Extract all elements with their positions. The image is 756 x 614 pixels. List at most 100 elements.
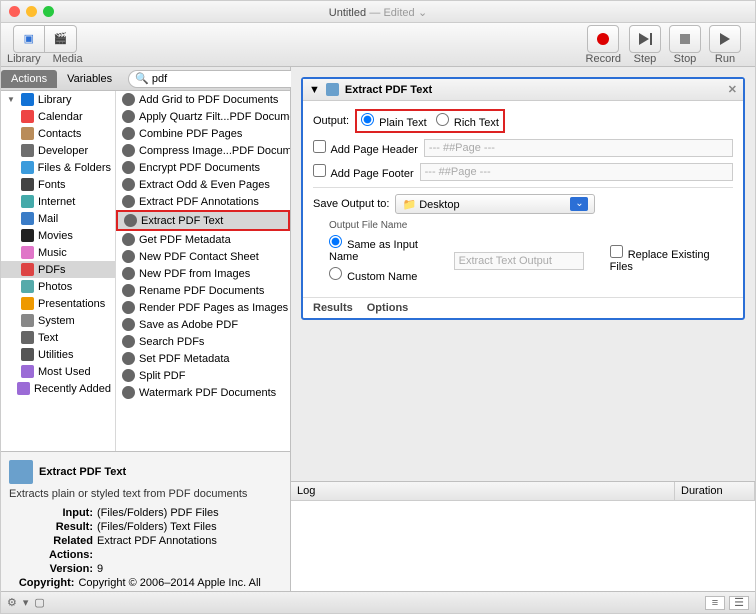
action-item-icon [122,369,135,382]
action-item[interactable]: Extract PDF Annotations [116,193,290,210]
action-item-label: Add Grid to PDF Documents [139,94,278,106]
action-item[interactable]: Encrypt PDF Documents [116,159,290,176]
library-btn[interactable]: ▣ [13,25,45,53]
rich-text-radio[interactable]: Rich Text [436,117,499,129]
desc-row: Related Actions:Extract PDF Annotations [9,534,282,562]
tab-variables[interactable]: Variables [57,70,122,88]
action-item[interactable]: Extract PDF Text [116,210,290,231]
desc-value: (Files/Folders) PDF Files [97,506,219,520]
run-btn[interactable] [709,25,741,53]
library-item[interactable]: Contacts [1,125,115,142]
library-item[interactable]: Internet [1,193,115,210]
action-item[interactable]: Search PDFs [116,333,290,350]
action-list[interactable]: Add Grid to PDF Documents Apply Quartz Fi… [116,91,290,451]
output-highlight: Plain Text Rich Text [355,109,505,133]
tab-actions[interactable]: Actions [1,70,57,88]
save-output-select[interactable]: 📁 Desktop [395,194,595,214]
view-flow-icon[interactable]: ☰ [729,596,749,610]
library-item[interactable]: Calendar [1,108,115,125]
window-title: Untitled — Edited ⌄ [329,5,427,19]
minimize-window[interactable] [26,6,37,17]
search-input[interactable] [152,73,294,85]
custom-name-radio[interactable]: Custom Name [329,267,448,283]
library-item[interactable]: Recently Added [1,380,115,397]
library-item[interactable]: Fonts [1,176,115,193]
library-item[interactable]: Music [1,244,115,261]
action-item-label: Split PDF [139,370,185,382]
replace-existing-check[interactable]: Replace Existing Files [610,249,710,273]
library-item[interactable]: Developer [1,142,115,159]
action-item[interactable]: Split PDF [116,367,290,384]
duration-column-header[interactable]: Duration [675,482,755,500]
stop-btn[interactable] [669,25,701,53]
action-item[interactable]: Add Grid to PDF Documents [116,91,290,108]
plain-text-radio[interactable]: Plain Text [361,117,427,129]
action-item[interactable]: Render PDF Pages as Images [116,299,290,316]
library-list[interactable]: ▼LibraryCalendarContactsDeveloper Files &… [1,91,116,451]
disclosure-triangle-icon[interactable]: ▼ [7,95,15,104]
action-item-icon [122,386,135,399]
view-segmented[interactable]: ≡ ☰ [705,596,749,610]
library-item[interactable]: Utilities [1,346,115,363]
category-icon [17,382,30,395]
status-box-icon[interactable]: ▢ [34,596,44,609]
library-item[interactable]: System [1,312,115,329]
gear-icon[interactable]: ⚙ [7,596,17,609]
workflow-area[interactable]: ▼ Extract PDF Text ✕ Output: Plain Text … [291,67,755,481]
action-item[interactable]: Extract Odd & Even Pages [116,176,290,193]
action-item-label: Set PDF Metadata [139,353,230,365]
options-tab[interactable]: Options [367,302,409,314]
record-btn[interactable] [587,25,619,53]
results-tab[interactable]: Results [313,302,353,314]
action-item[interactable]: Apply Quartz Filt...PDF Documents [116,108,290,125]
library-item[interactable]: Files & Folders [1,159,115,176]
zoom-window[interactable] [43,6,54,17]
action-item[interactable]: New PDF from Images [116,265,290,282]
media-btn[interactable]: 🎬 [45,25,77,53]
log-column-header[interactable]: Log [291,482,675,500]
page-header-field[interactable]: --- ##Page --- [424,139,733,157]
action-item-icon [122,335,135,348]
action-item-label: Compress Image...PDF Documents [139,145,290,157]
library-item-label: Movies [38,230,73,242]
library-item[interactable]: Text [1,329,115,346]
library-item[interactable]: ▼Library [1,91,115,108]
action-item[interactable]: Set PDF Metadata [116,350,290,367]
action-item[interactable]: Combine PDF Pages [116,125,290,142]
action-item[interactable]: New PDF Contact Sheet [116,248,290,265]
action-item-label: Extract PDF Annotations [139,196,259,208]
close-window[interactable] [9,6,20,17]
library-item[interactable]: Presentations [1,295,115,312]
library-item-label: Photos [38,281,72,293]
gear-dropdown-icon[interactable]: ▾ [23,596,29,609]
action-item[interactable]: Get PDF Metadata [116,231,290,248]
remove-action-icon[interactable]: ✕ [728,83,737,96]
view-list-icon[interactable]: ≡ [705,596,725,610]
disclosure-icon[interactable]: ▼ [309,84,320,96]
add-page-header-check[interactable]: Add Page Header [313,140,418,156]
library-item-label: Files & Folders [38,162,111,174]
action-item[interactable]: Save as Adobe PDF [116,316,290,333]
library-item[interactable]: Mail [1,210,115,227]
library-item[interactable]: Most Used [1,363,115,380]
action-item[interactable]: Watermark PDF Documents [116,384,290,401]
library-item[interactable]: PDFs [1,261,115,278]
page-footer-field[interactable]: --- ##Page --- [420,163,733,181]
action-item[interactable]: Rename PDF Documents [116,282,290,299]
add-page-footer-check[interactable]: Add Page Footer [313,164,414,180]
action-item[interactable]: Compress Image...PDF Documents [116,142,290,159]
traffic-lights [9,6,54,17]
action-item-label: Watermark PDF Documents [139,387,276,399]
search-field[interactable]: 🔍 ✕ [128,70,310,88]
category-icon [21,229,34,242]
custom-name-field[interactable]: Extract Text Output [454,252,584,270]
action-item-icon [122,195,135,208]
action-large-icon [9,460,33,484]
same-as-input-radio[interactable]: Same as Input Name [329,235,448,263]
library-item[interactable]: Photos [1,278,115,295]
library-item[interactable]: Movies [1,227,115,244]
action-item-icon [122,93,135,106]
action-header[interactable]: ▼ Extract PDF Text ✕ [303,79,743,101]
category-icon [21,93,34,106]
step-btn[interactable] [629,25,661,53]
